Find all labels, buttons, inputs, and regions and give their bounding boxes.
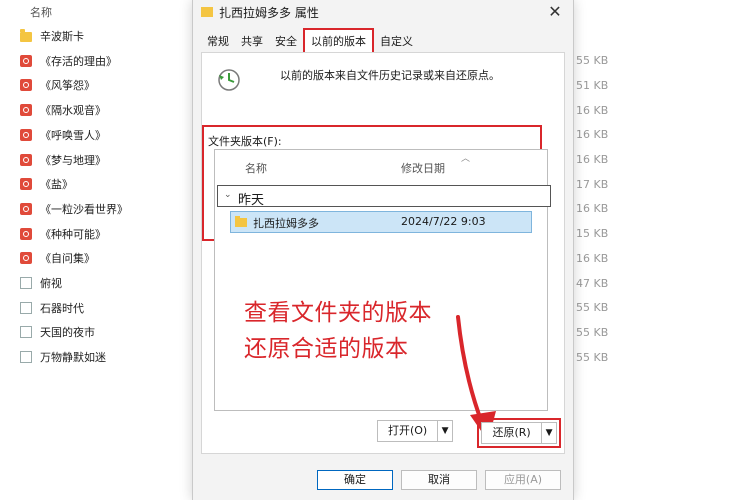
restore-dropdown-icon[interactable]: ▼ [542,423,556,443]
file-row[interactable]: 《盐》 [20,174,73,194]
ok-button[interactable]: 确定 [317,470,393,490]
file-row[interactable]: 天国的夜市 [20,322,95,342]
file-size: 16 KB [576,128,609,142]
file-size: 16 KB [576,153,609,166]
file-name: 《梦与地理》 [40,153,106,167]
file-size: 16 KB [576,103,609,117]
version-name: 扎西拉姆多多 [253,217,319,230]
dialog-title: 扎西拉姆多多 属性 [219,5,319,20]
epub-icon [20,153,32,166]
file-name: 《自问集》 [40,252,95,266]
doc-icon [20,277,32,289]
group-label: 昨天 [238,193,265,208]
file-name: 《一粒沙看世界》 [40,202,128,216]
file-row[interactable]: 辛波斯卡 [20,26,84,46]
folder-versions-label: 文件夹版本(F): [208,135,282,148]
file-row[interactable]: 《梦与地理》 [20,150,106,170]
epub-icon [20,79,32,92]
file-row[interactable]: 《自问集》 [20,248,95,268]
tab-previous-versions[interactable]: 以前的版本 [303,28,374,54]
annotation-line-2: 还原合适的版本 [244,336,409,362]
annotation-line-1: 查看文件夹的版本 [244,300,432,326]
epub-icon [20,128,32,141]
tab-bar: 常规 共享 安全 以前的版本 自定义 [201,28,419,54]
epub-icon [20,202,32,215]
file-size: 55 KB [576,54,609,68]
doc-icon [20,326,32,339]
file-size: 17 KB [576,177,609,191]
open-dropdown-icon[interactable]: ▼ [438,421,452,441]
file-row[interactable]: 《呼唤雪人》 [20,125,106,145]
file-size: 55 KB [576,350,609,364]
file-name: 《种种可能》 [40,227,106,241]
file-name: 《存活的理由》 [40,54,117,68]
file-name: 《风筝怨》 [40,79,95,93]
properties-dialog: 扎西拉姆多多 属性 ✕ 常规 共享 安全 以前的版本 自定义 以前的版本来自文件… [192,0,574,500]
folder-icon [201,7,213,17]
file-size: 51 KB [576,78,609,92]
column-modified-date[interactable]: 修改日期 [401,160,445,176]
version-date: 2024/7/22 9:03 [401,215,486,228]
file-row[interactable]: 俯视 [20,273,62,293]
file-row[interactable]: 《存活的理由》 [20,51,117,71]
file-size: 55 KB [576,301,609,315]
column-name[interactable]: 名称 [245,160,267,176]
sort-caret-icon: ︿ [461,154,471,164]
doc-icon [20,301,32,314]
version-row-selected[interactable]: 扎西拉姆多多 2024/7/22 9:03 [230,211,532,233]
epub-icon [20,252,32,265]
doc-icon [20,351,32,364]
restore-clock-icon [218,69,240,91]
file-name: 《隔水观音》 [40,104,106,118]
file-size: 55 KB [576,325,609,339]
file-name: 辛波斯卡 [40,30,84,43]
tab-security[interactable]: 安全 [269,30,303,52]
dialog-titlebar[interactable]: 扎西拉姆多多 属性 ✕ [193,0,573,24]
tab-general[interactable]: 常规 [201,30,235,52]
description-text: 以前的版本来自文件历史记录或来自还原点。 [280,69,500,82]
open-button[interactable]: 打开(O) [378,421,439,441]
column-header-name[interactable]: 名称 [30,4,52,20]
file-row[interactable]: 《一粒沙看世界》 [20,199,128,219]
folder-icon [235,216,247,227]
file-name: 《盐》 [40,178,73,192]
file-name: 《呼唤雪人》 [40,128,106,142]
tab-sharing[interactable]: 共享 [235,30,269,52]
file-name: 天国的夜市 [40,326,95,340]
group-header-yesterday[interactable]: ⌄ 昨天 [217,185,551,208]
close-icon[interactable]: ✕ [545,2,565,22]
file-name: 万物静默如迷 [40,351,106,365]
epub-icon [20,104,32,117]
file-name: 石器时代 [40,301,84,315]
file-row[interactable]: 《隔水观音》 [20,100,106,120]
file-size: 16 KB [576,202,609,216]
cancel-button[interactable]: 取消 [401,470,477,490]
file-size: 16 KB [576,251,609,265]
chevron-down-icon[interactable]: ⌄ [224,190,232,200]
file-size: 15 KB [576,227,609,241]
file-size: 47 KB [576,276,609,290]
restore-split-button: 还原(R) ▼ [481,422,557,444]
file-row[interactable]: 《风筝怨》 [20,75,95,95]
file-row[interactable]: 石器时代 [20,298,84,318]
folder-icon [20,29,32,42]
apply-button[interactable]: 应用(A) [485,470,561,490]
epub-icon [20,54,32,67]
epub-icon [20,178,32,191]
file-row[interactable]: 万物静默如迷 [20,347,106,367]
previous-versions-panel: 以前的版本来自文件历史记录或来自还原点。 文件夹版本(F): ︿ 名称 修改日期… [201,52,565,454]
epub-icon [20,227,32,240]
open-split-button: 打开(O) ▼ [377,420,453,442]
file-row[interactable]: 《种种可能》 [20,224,106,244]
restore-button[interactable]: 还原(R) [482,423,543,443]
tab-customize[interactable]: 自定义 [374,30,419,52]
file-name: 俯视 [40,277,62,290]
